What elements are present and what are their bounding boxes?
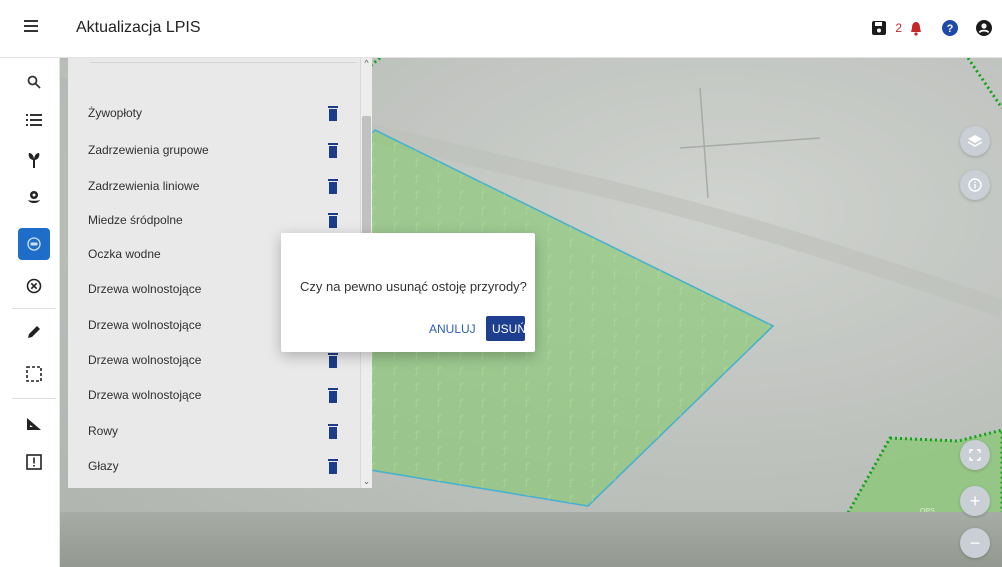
active-tool-icon[interactable] xyxy=(18,228,50,260)
user-icon[interactable] xyxy=(974,14,994,42)
zoom-in-button[interactable]: + xyxy=(960,486,990,516)
app-title: Aktualizacja LPIS xyxy=(76,19,201,36)
save-icon[interactable] xyxy=(869,14,889,42)
plant-icon[interactable] xyxy=(18,144,50,176)
zoom-out-button[interactable]: − xyxy=(960,528,990,558)
top-bar: Aktualizacja LPIS 2 ? xyxy=(0,0,1002,58)
fullscreen-button[interactable] xyxy=(960,440,990,470)
cancel-button[interactable]: ANULUJ xyxy=(423,321,482,337)
ruler-icon[interactable] xyxy=(18,408,50,440)
bell-icon[interactable] xyxy=(906,14,926,42)
help-icon[interactable]: ? xyxy=(940,14,960,42)
toolbar-divider xyxy=(12,308,56,309)
svg-text:?: ? xyxy=(947,23,954,35)
search-icon[interactable] xyxy=(18,66,50,98)
header-actions: 2 ? xyxy=(869,14,994,42)
selection-icon[interactable] xyxy=(18,358,50,390)
info-button[interactable] xyxy=(960,170,990,200)
flower-icon[interactable] xyxy=(18,182,50,214)
alert-icon[interactable] xyxy=(18,446,50,478)
dialog-message: Czy na pewno usunąć ostoję przyrody? xyxy=(300,279,527,294)
cancel-icon[interactable] xyxy=(18,270,50,302)
menu-icon[interactable] xyxy=(24,20,38,32)
toolbar-divider-2 xyxy=(12,398,56,399)
layers-button[interactable] xyxy=(960,126,990,156)
pencil-icon[interactable] xyxy=(18,316,50,348)
notification-count: 2 xyxy=(895,21,902,35)
delete-button[interactable]: USUŃ xyxy=(486,316,526,341)
list-icon[interactable] xyxy=(18,104,50,136)
left-toolbar xyxy=(8,58,60,567)
confirm-dialog: Czy na pewno usunąć ostoję przyrody? ANU… xyxy=(281,233,535,352)
